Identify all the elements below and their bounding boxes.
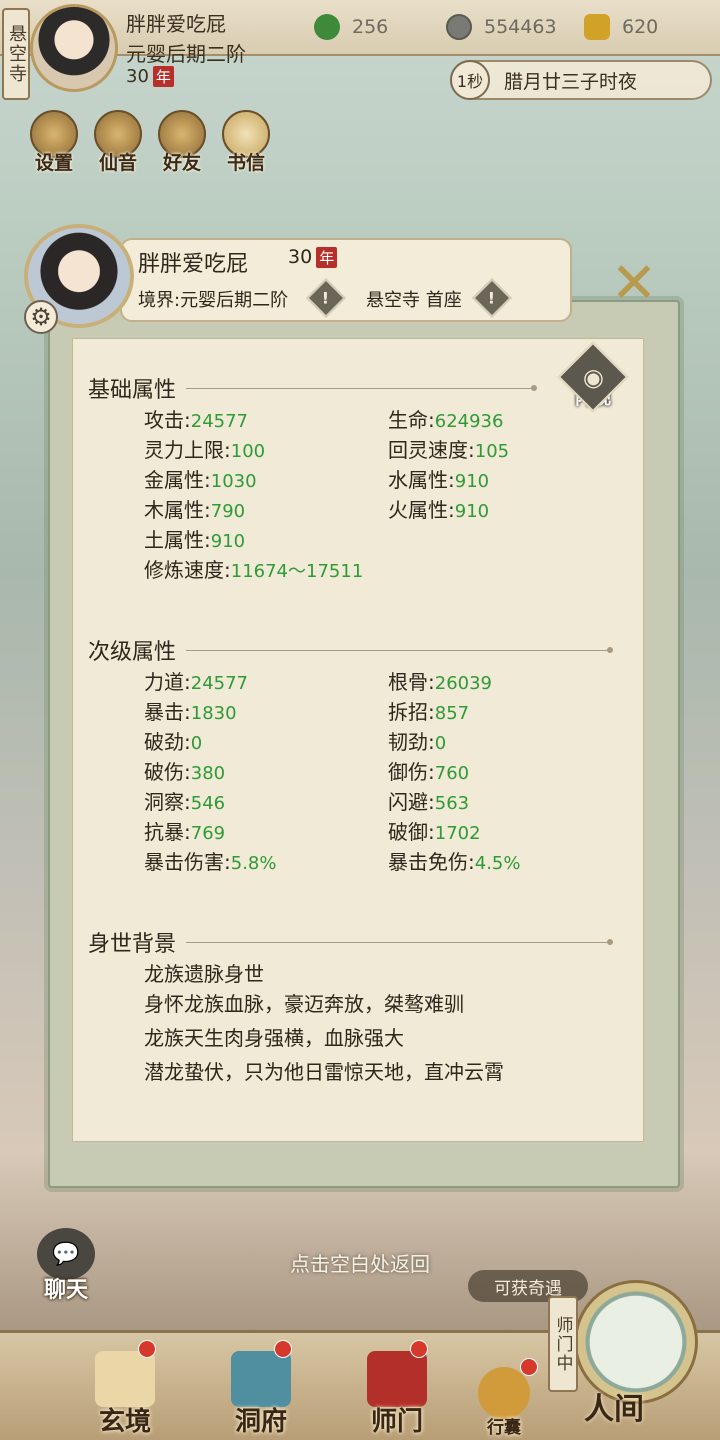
stat-wood: 木属性:790 (144, 498, 246, 522)
basic-attributes-title: 基础属性 (88, 372, 538, 404)
nav-shimen[interactable]: 师门 (342, 1338, 452, 1438)
stat-break-damage: 破伤:380 (144, 760, 226, 784)
strength-count: 620 (622, 16, 659, 38)
mail-button[interactable]: 书信 (214, 110, 278, 175)
player-age-value: 30 (126, 66, 149, 87)
stat-crit-damage: 暴击伤害:5.8% (144, 850, 277, 874)
nav-dongfu[interactable]: 洞府 (206, 1338, 316, 1438)
chat-label: 聊天 (43, 1278, 88, 1303)
nav-xuanjing[interactable]: 玄境 (70, 1338, 180, 1438)
stat-crit-damage-reduction: 暴击免伤:4.5% (388, 850, 521, 874)
stat-attack: 攻击:24577 (144, 408, 249, 432)
background-line: 身怀龙族血脉，豪迈奔放，桀骜难驯 (144, 992, 464, 1016)
jade-icon (314, 14, 340, 40)
stat-crit-resist: 抗暴:769 (144, 820, 226, 844)
stat-damage-resist: 御伤:760 (388, 760, 470, 784)
character-name: 胖胖爱吃屁 (138, 252, 249, 277)
nav-dongfu-label: 洞府 (234, 1407, 287, 1437)
stat-constitution: 根骨:26039 (388, 670, 493, 694)
muscle-icon (584, 14, 610, 40)
stat-cultivation-speed: 修炼速度:11674～17511 (144, 558, 364, 582)
friends-button[interactable]: 好友 (150, 110, 214, 175)
player-name: 胖胖爱吃屁 (126, 12, 226, 36)
background-line: 龙族遗脉身世 (144, 962, 264, 986)
player-realm: 元婴后期二阶 (126, 42, 246, 66)
settings-button[interactable]: 设置 (22, 110, 86, 175)
chat-button[interactable]: 💬 聊天 (34, 1228, 98, 1304)
banner-icon (367, 1351, 427, 1407)
coin-icon (446, 14, 472, 40)
stat-metal: 金属性:1030 (144, 468, 257, 492)
secondary-attributes-title: 次级属性 (88, 634, 614, 666)
character-age: 30 年 (288, 246, 338, 268)
music-button[interactable]: 仙音 (86, 110, 150, 175)
character-age-value: 30 (288, 246, 313, 268)
settings-label: 设置 (34, 152, 73, 174)
notification-dot (138, 1340, 156, 1358)
stat-fire: 火属性:910 (388, 498, 490, 522)
sect-tag[interactable]: 悬空寺 (2, 8, 30, 100)
notification-dot (410, 1340, 428, 1358)
stat-crit: 暴击:1830 (144, 700, 237, 724)
nav-renjian-label[interactable]: 人间 (584, 1384, 644, 1428)
background-line: 龙族天生肉身强横，血脉强大 (144, 1026, 404, 1050)
jade-count: 256 (352, 16, 389, 38)
inner-view-button[interactable]: ◉ 内视 (557, 341, 629, 418)
stat-penetration: 破劲:0 (144, 730, 203, 754)
sect-status-tag: 师门中 (548, 1296, 578, 1392)
section-divider (186, 938, 614, 945)
strength-resource[interactable]: 620 (584, 12, 658, 42)
section-divider (186, 384, 538, 391)
background-label: 身世背景 (88, 932, 177, 957)
coin-count: 554463 (484, 16, 557, 38)
notification-dot (274, 1340, 292, 1358)
mail-label: 书信 (226, 152, 265, 174)
jade-resource[interactable]: 256 (314, 12, 388, 42)
nav-xingnang[interactable]: 行囊 (464, 1338, 544, 1438)
basic-attributes-label: 基础属性 (88, 378, 177, 403)
player-age: 30 年 (126, 66, 174, 87)
gear-icon[interactable]: ⚙ (24, 300, 58, 334)
friends-label: 好友 (162, 152, 201, 174)
player-avatar[interactable] (30, 4, 118, 92)
eye-icon: ◉ (557, 341, 629, 413)
notification-dot (520, 1358, 538, 1376)
nav-xuanjing-label: 玄境 (98, 1407, 151, 1437)
game-date: 腊月廿三子时夜 (504, 70, 638, 93)
time-bar[interactable]: 1秒 腊月廿三子时夜 (450, 60, 712, 100)
stat-insight: 洞察:546 (144, 790, 226, 814)
background-line: 潜龙蛰伏，只为他日雷惊天地，直冲云霄 (144, 1060, 504, 1084)
stat-health: 生命:624936 (388, 408, 504, 432)
background-title: 身世背景 (88, 926, 614, 958)
close-icon[interactable]: ✕ (606, 256, 662, 312)
coin-resource[interactable]: 554463 (446, 12, 557, 42)
stat-parry: 拆招:857 (388, 700, 470, 724)
stat-water: 水属性:910 (388, 468, 490, 492)
tap-to-return-hint[interactable]: 点击空白处返回 (0, 1248, 720, 1277)
scroll-icon (95, 1351, 155, 1407)
stat-toughness: 韧劲:0 (388, 730, 447, 754)
age-unit-badge: 年 (152, 66, 174, 87)
nav-shimen-label: 师门 (370, 1407, 423, 1437)
character-realm: 境界:元婴后期二阶 (138, 290, 289, 311)
stat-mana-cap: 灵力上限:100 (144, 438, 266, 462)
time-speed-button[interactable]: 1秒 (450, 60, 490, 100)
character-sect: 悬空寺 首座 (366, 290, 462, 311)
stat-power: 力道:24577 (144, 670, 249, 694)
stat-mana-regen: 回灵速度:105 (388, 438, 510, 462)
character-age-unit: 年 (316, 246, 338, 268)
section-divider (186, 646, 614, 653)
secondary-attributes-label: 次级属性 (88, 640, 177, 665)
cave-icon (231, 1351, 291, 1407)
bag-icon (478, 1367, 530, 1419)
music-label: 仙音 (98, 152, 137, 174)
nav-xingnang-label: 行囊 (487, 1418, 521, 1438)
stat-armor-break: 破御:1702 (388, 820, 481, 844)
stat-dodge: 闪避:563 (388, 790, 470, 814)
stat-earth: 土属性:910 (144, 528, 246, 552)
